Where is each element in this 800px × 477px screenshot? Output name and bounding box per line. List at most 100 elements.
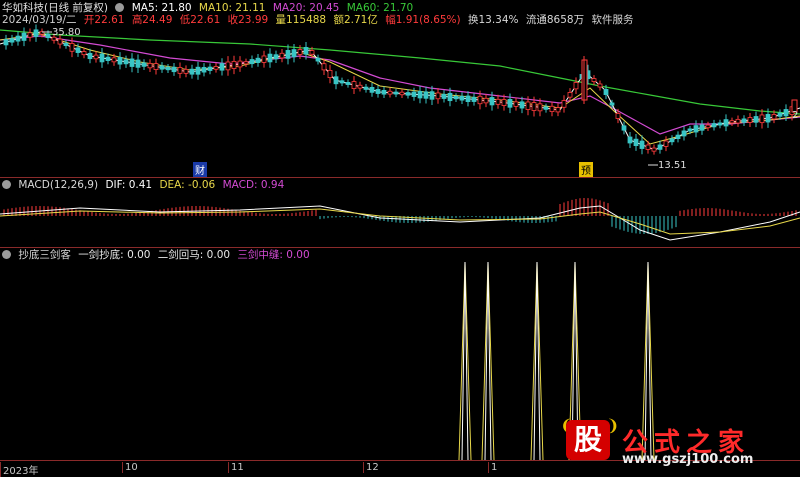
candle: [633, 138, 639, 147]
watermark-url: www.gszj100.com: [622, 452, 754, 467]
candle: [297, 49, 303, 55]
candle: [63, 42, 69, 47]
price-panel[interactable]: 华如科技(日线 前复权) MA5: 21.80 MA10: 21.11 MA20…: [0, 0, 800, 178]
candle: [711, 123, 717, 128]
candle: [681, 130, 687, 137]
candle: [423, 91, 429, 99]
candle: [363, 86, 369, 90]
watermark-logo: ❨ ❩ 股 公式之家 www.gszj100.com: [556, 416, 796, 470]
candle: [669, 138, 675, 143]
candle: [531, 102, 537, 111]
candle: [483, 97, 489, 104]
ma20-line: [0, 35, 800, 135]
candle: [675, 134, 681, 140]
candle: [27, 32, 33, 38]
candle: [3, 39, 9, 46]
candle: [267, 53, 273, 63]
candle: [453, 95, 459, 100]
marker-yu: 预: [579, 162, 593, 177]
candle: [519, 101, 525, 109]
candle: [621, 125, 627, 131]
candle: [417, 90, 423, 99]
candle: [75, 47, 81, 53]
candle: [69, 43, 75, 52]
candle: [753, 116, 759, 123]
candle: [465, 95, 471, 103]
candle: [87, 52, 93, 60]
candle: [555, 107, 561, 113]
candle: [273, 54, 279, 60]
candle: [627, 136, 633, 144]
candle: [243, 61, 249, 65]
candle: [765, 113, 771, 123]
x-axis-label: 11: [228, 462, 244, 473]
candle: [369, 87, 375, 93]
candle: [525, 101, 531, 110]
candle: [501, 99, 507, 106]
price-right-label: 2: [792, 110, 799, 121]
candle: [489, 97, 495, 106]
candle: [231, 60, 237, 69]
candle: [99, 53, 105, 63]
candle: [543, 106, 549, 110]
candle: [435, 92, 441, 100]
candle: [123, 59, 129, 65]
candle: [615, 113, 621, 119]
candle: [477, 95, 483, 105]
candle: [447, 92, 453, 102]
candle: [459, 95, 465, 101]
candle: [345, 82, 351, 85]
candle: [375, 88, 381, 94]
candle: [609, 102, 615, 106]
candle: [177, 67, 183, 74]
candle: [327, 69, 333, 79]
ma5-line: [0, 31, 800, 151]
candle: [717, 122, 723, 126]
candle: [15, 35, 21, 42]
macd-chart[interactable]: [0, 178, 800, 248]
candle: [747, 117, 753, 123]
candle: [333, 76, 339, 85]
logo-char: 股: [566, 420, 610, 460]
candle: [153, 63, 159, 70]
candle: [201, 67, 207, 73]
candle: [399, 91, 405, 96]
candle: [591, 78, 597, 82]
candle: [33, 29, 39, 37]
candle: [441, 93, 447, 99]
indicator-spike: [461, 261, 469, 460]
candle: [777, 112, 783, 117]
candle: [213, 66, 219, 70]
candle: [513, 101, 519, 107]
candle: [657, 144, 663, 150]
candle: [261, 55, 267, 63]
candle: [117, 57, 123, 65]
candle: [771, 114, 777, 120]
candle: [357, 84, 363, 89]
candle: [279, 52, 285, 59]
candle: [219, 63, 225, 71]
candle: [507, 99, 513, 108]
candle: [471, 96, 477, 102]
x-axis-label: 10: [122, 462, 138, 473]
candle: [537, 103, 543, 112]
candle: [351, 81, 357, 89]
candle: [783, 109, 789, 117]
price-chart[interactable]: [0, 0, 800, 178]
candle: [741, 118, 747, 123]
candle: [255, 57, 261, 63]
candle: [705, 124, 711, 129]
candle: [429, 91, 435, 100]
candle: [339, 80, 345, 84]
candle: [735, 118, 741, 124]
candle: [393, 91, 399, 95]
candle: [663, 140, 669, 147]
candle: [759, 114, 765, 124]
macd-panel[interactable]: MACD(12,26,9) DIF: 0.41 DEA: -0.06 MACD:…: [0, 178, 800, 248]
candle: [135, 59, 141, 68]
candle: [315, 57, 321, 62]
candle: [285, 50, 291, 59]
candle: [561, 100, 567, 108]
candle: [189, 68, 195, 75]
candle: [309, 50, 315, 55]
